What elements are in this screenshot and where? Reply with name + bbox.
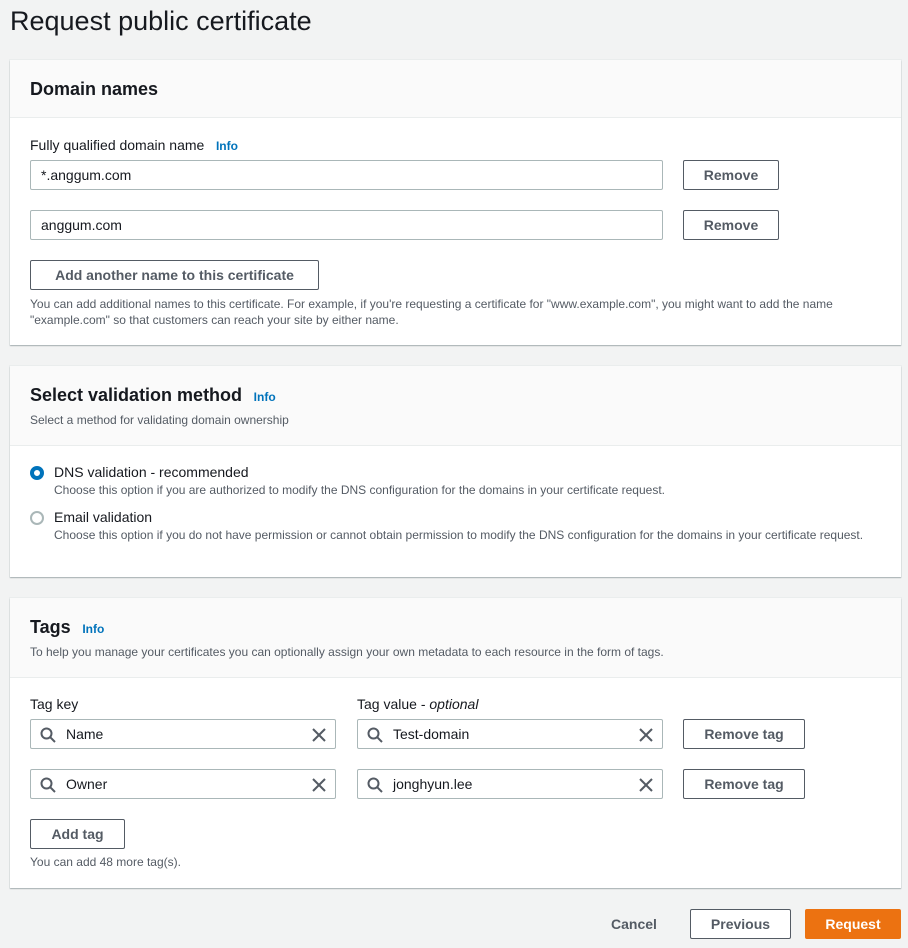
remove-domain-button-1[interactable]: Remove (683, 160, 779, 190)
clear-icon[interactable] (311, 777, 327, 793)
tag-value-input-1[interactable]: Test-domain (357, 719, 663, 749)
email-validation-description: Choose this option if you do not have pe… (54, 528, 864, 542)
validation-info-link[interactable]: Info (254, 390, 276, 404)
tag-key-value-2: Owner (66, 776, 108, 792)
fqdn-label-row: Fully qualified domain name Info (30, 137, 238, 153)
email-validation-radio[interactable] (30, 511, 44, 525)
tag-value-optional: optional (429, 696, 479, 712)
tag-key-header: Tag key (30, 696, 79, 712)
tags-title: Tags (30, 617, 71, 637)
tag-value-input-2[interactable]: jonghyun.lee (357, 769, 663, 799)
search-icon (367, 777, 383, 793)
search-icon (40, 777, 56, 793)
fqdn-info-link[interactable]: Info (216, 139, 238, 153)
tag-value-value-2: jonghyun.lee (393, 776, 473, 792)
clear-icon[interactable] (311, 727, 327, 743)
cancel-button[interactable]: Cancel (611, 916, 657, 932)
page-title: Request public certificate (10, 6, 312, 36)
tag-key-value-1: Name (66, 726, 104, 742)
tags-info-link[interactable]: Info (82, 622, 104, 636)
tag-value-header-label: Tag value (357, 696, 417, 712)
domain-name-input-2[interactable]: anggum.com (30, 210, 663, 240)
email-validation-label[interactable]: Email validation (54, 509, 152, 525)
clear-icon[interactable] (638, 727, 654, 743)
tags-description: To help you manage your certificates you… (30, 645, 664, 659)
dns-validation-description: Choose this option if you are authorized… (54, 483, 665, 497)
remove-tag-button-1[interactable]: Remove tag (683, 719, 805, 749)
tag-key-input-1[interactable]: Name (30, 719, 336, 749)
validation-header: Select validation method Info Select a m… (10, 366, 901, 446)
domain-name-input-1[interactable]: *.anggum.com (30, 160, 663, 190)
validation-panel: Select validation method Info Select a m… (10, 366, 901, 577)
validation-title-row: Select validation method Info (30, 385, 276, 406)
validation-title: Select validation method (30, 385, 243, 405)
tags-title-row: Tags Info (30, 617, 104, 638)
clear-icon[interactable] (638, 777, 654, 793)
domain-names-panel: Domain names Fully qualified domain name… (10, 60, 901, 345)
previous-button[interactable]: Previous (690, 909, 791, 939)
remove-domain-button-2[interactable]: Remove (683, 210, 779, 240)
domain-names-title: Domain names (30, 79, 159, 99)
tag-value-header: Tag value - optional (357, 696, 479, 712)
validation-description: Select a method for validating domain ow… (30, 413, 289, 427)
fqdn-label: Fully qualified domain name (30, 137, 205, 153)
dns-validation-radio[interactable] (30, 466, 44, 480)
tag-value-value-1: Test-domain (393, 726, 470, 742)
request-button[interactable]: Request (805, 909, 901, 939)
dns-validation-label[interactable]: DNS validation - recommended (54, 464, 249, 480)
search-icon (367, 727, 383, 743)
domain-names-help-text: You can add additional names to this cer… (30, 297, 833, 327)
tag-key-input-2[interactable]: Owner (30, 769, 336, 799)
remove-tag-button-2[interactable]: Remove tag (683, 769, 805, 799)
search-icon (40, 727, 56, 743)
domain-names-header: Domain names (10, 60, 901, 118)
tags-limit-text: You can add 48 more tag(s). (30, 855, 181, 869)
tags-header: Tags Info To help you manage your certif… (10, 598, 901, 678)
tags-panel: Tags Info To help you manage your certif… (10, 598, 901, 888)
add-tag-button[interactable]: Add tag (30, 819, 125, 849)
add-domain-name-button[interactable]: Add another name to this certificate (30, 260, 319, 290)
